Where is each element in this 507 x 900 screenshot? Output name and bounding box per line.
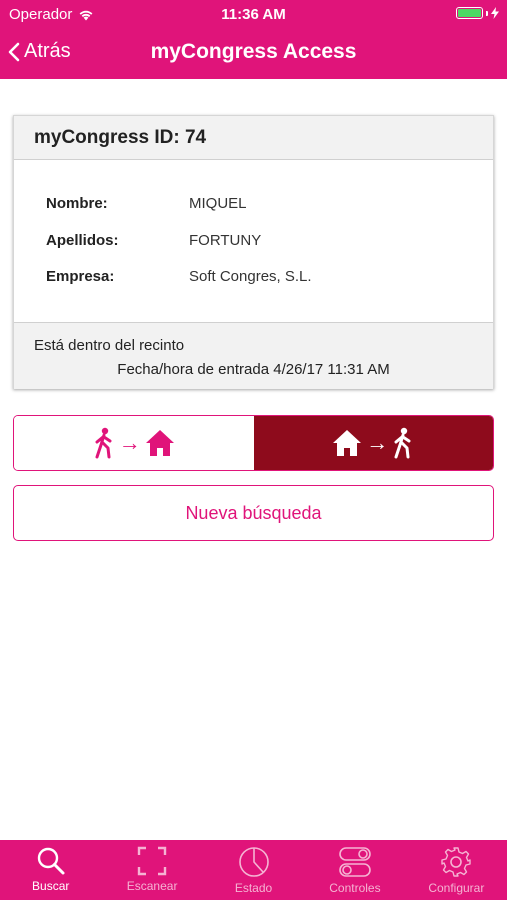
tab-controles[interactable]: Controles xyxy=(304,840,405,900)
battery-indicator xyxy=(456,7,499,19)
company-value: Soft Congres, S.L. xyxy=(189,268,312,285)
walking-person-icon xyxy=(95,427,112,459)
search-icon xyxy=(37,847,65,875)
scan-icon xyxy=(137,846,167,876)
clock: 11:36 AM xyxy=(221,6,286,23)
name-value: MIQUEL xyxy=(189,195,247,212)
exit-venue-button[interactable]: → xyxy=(253,416,493,470)
arrow-right-icon: → xyxy=(118,430,141,455)
house-icon xyxy=(333,430,362,456)
walking-person-icon xyxy=(394,427,411,459)
enter-venue-button[interactable]: → xyxy=(14,416,254,470)
attendance-status: Está dentro del recinto Fecha/hora de en… xyxy=(14,322,493,389)
navigation-bar: Atrás myCongress Access xyxy=(0,28,507,79)
status-bar: Operador 11:36 AM xyxy=(0,0,507,28)
house-icon xyxy=(145,430,174,456)
entry-datetime: Fecha/hora de entrada 4/26/17 11:31 AM xyxy=(117,361,390,378)
surname-value: FORTUNY xyxy=(189,232,262,249)
tab-label: Controles xyxy=(329,881,381,895)
arrow-right-icon: → xyxy=(366,430,389,455)
name-label: Nombre: xyxy=(46,195,108,212)
page-title: myCongress Access xyxy=(150,40,357,63)
new-search-button[interactable]: Nueva búsqueda xyxy=(13,485,494,541)
attendee-card: myCongress ID: 74 Nombre: MIQUEL Apellid… xyxy=(13,115,494,389)
charging-bolt-icon xyxy=(491,7,499,19)
toggles-icon xyxy=(339,847,371,877)
surname-label: Apellidos: xyxy=(46,232,119,249)
header: Operador 11:36 AM Atrás myCongress Acces… xyxy=(0,0,507,79)
tab-label: Buscar xyxy=(32,879,70,893)
company-label: Empresa: xyxy=(46,268,115,285)
tab-label: Escanear xyxy=(126,879,178,893)
tab-label: Configurar xyxy=(428,881,485,895)
battery-icon xyxy=(456,7,483,19)
tab-configurar[interactable]: Configurar xyxy=(406,840,507,900)
tab-escanear[interactable]: Escanear xyxy=(101,840,202,900)
tab-bar: Buscar Escanear Estado Controles Configu… xyxy=(0,840,507,900)
attendee-details: Nombre: MIQUEL Apellidos: FORTUNY Empres… xyxy=(14,160,493,321)
tab-estado[interactable]: Estado xyxy=(203,840,304,900)
attendee-id-title: myCongress ID: 74 xyxy=(14,116,493,160)
tab-label: Estado xyxy=(234,881,273,895)
tab-buscar[interactable]: Buscar xyxy=(0,840,101,900)
entry-exit-toggle: → → xyxy=(13,415,494,471)
inside-venue-text: Está dentro del recinto xyxy=(34,337,185,354)
gear-icon xyxy=(441,847,472,877)
pie-chart-icon xyxy=(238,847,269,877)
